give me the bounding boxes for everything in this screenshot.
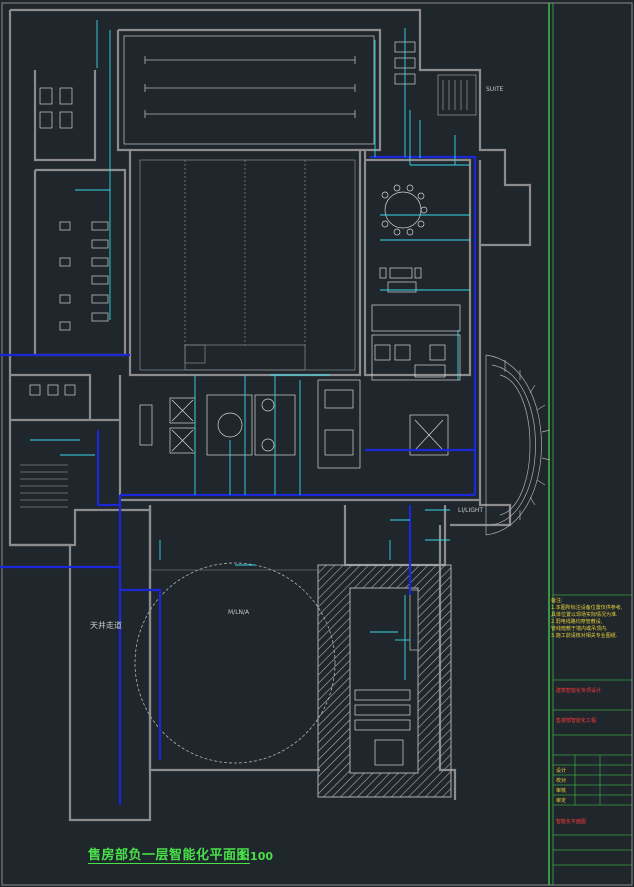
floor-plan-drawing [0, 2, 633, 886]
walls [8, 8, 532, 822]
stair-label: SUITE [486, 86, 504, 93]
titleblock-row: 审定 [556, 798, 567, 804]
stair-left [20, 464, 68, 508]
notes-line: 具体位置以现场实际情况为准. [551, 612, 618, 618]
curved-stair [485, 354, 551, 536]
titleblock-project: 售楼部智能化工程 [556, 718, 597, 724]
plaza-label: M/LN/A [228, 609, 250, 616]
right-room-label: LI/LIGHT [458, 507, 484, 514]
skylight [123, 35, 375, 145]
titleblock-row: 校对 [556, 778, 567, 784]
titleblock-drawing-name: 智能化平面图 [556, 819, 587, 825]
sheet-frame [1, 2, 633, 886]
notes-line: 3.施工前请核对相关专业图纸. [551, 633, 618, 639]
titleblock-row: 审核 [556, 788, 567, 794]
notes-line: 1.本图所标注设备位置仅供参考, [551, 605, 623, 611]
meeting-furniture [371, 184, 461, 381]
circular-plaza [134, 562, 336, 764]
stair-top-right [437, 74, 477, 116]
drawing-title: 售房部负一层智能化平面图 [88, 848, 251, 863]
titleblock-company: 建筑智能化专项设计 [556, 688, 602, 694]
core-wall [317, 564, 452, 798]
design-notes: 备注: 1.本图所标注设备位置仅供参考, 具体位置以现场实际情况为准. 2.弱电… [551, 598, 631, 640]
notes-header: 备注: [551, 598, 563, 604]
notes-line: 管线暗敷于墙内或吊顶内. [551, 626, 608, 632]
titleblock-row: 设计 [556, 768, 567, 774]
restroom-fixtures [29, 41, 416, 396]
drawing-scale: 1:100 [238, 850, 274, 863]
hall-label: 天井走道 [90, 621, 122, 630]
notes-line: 2.弱电线路均穿管敷设, [551, 619, 603, 625]
atrium [139, 159, 356, 371]
